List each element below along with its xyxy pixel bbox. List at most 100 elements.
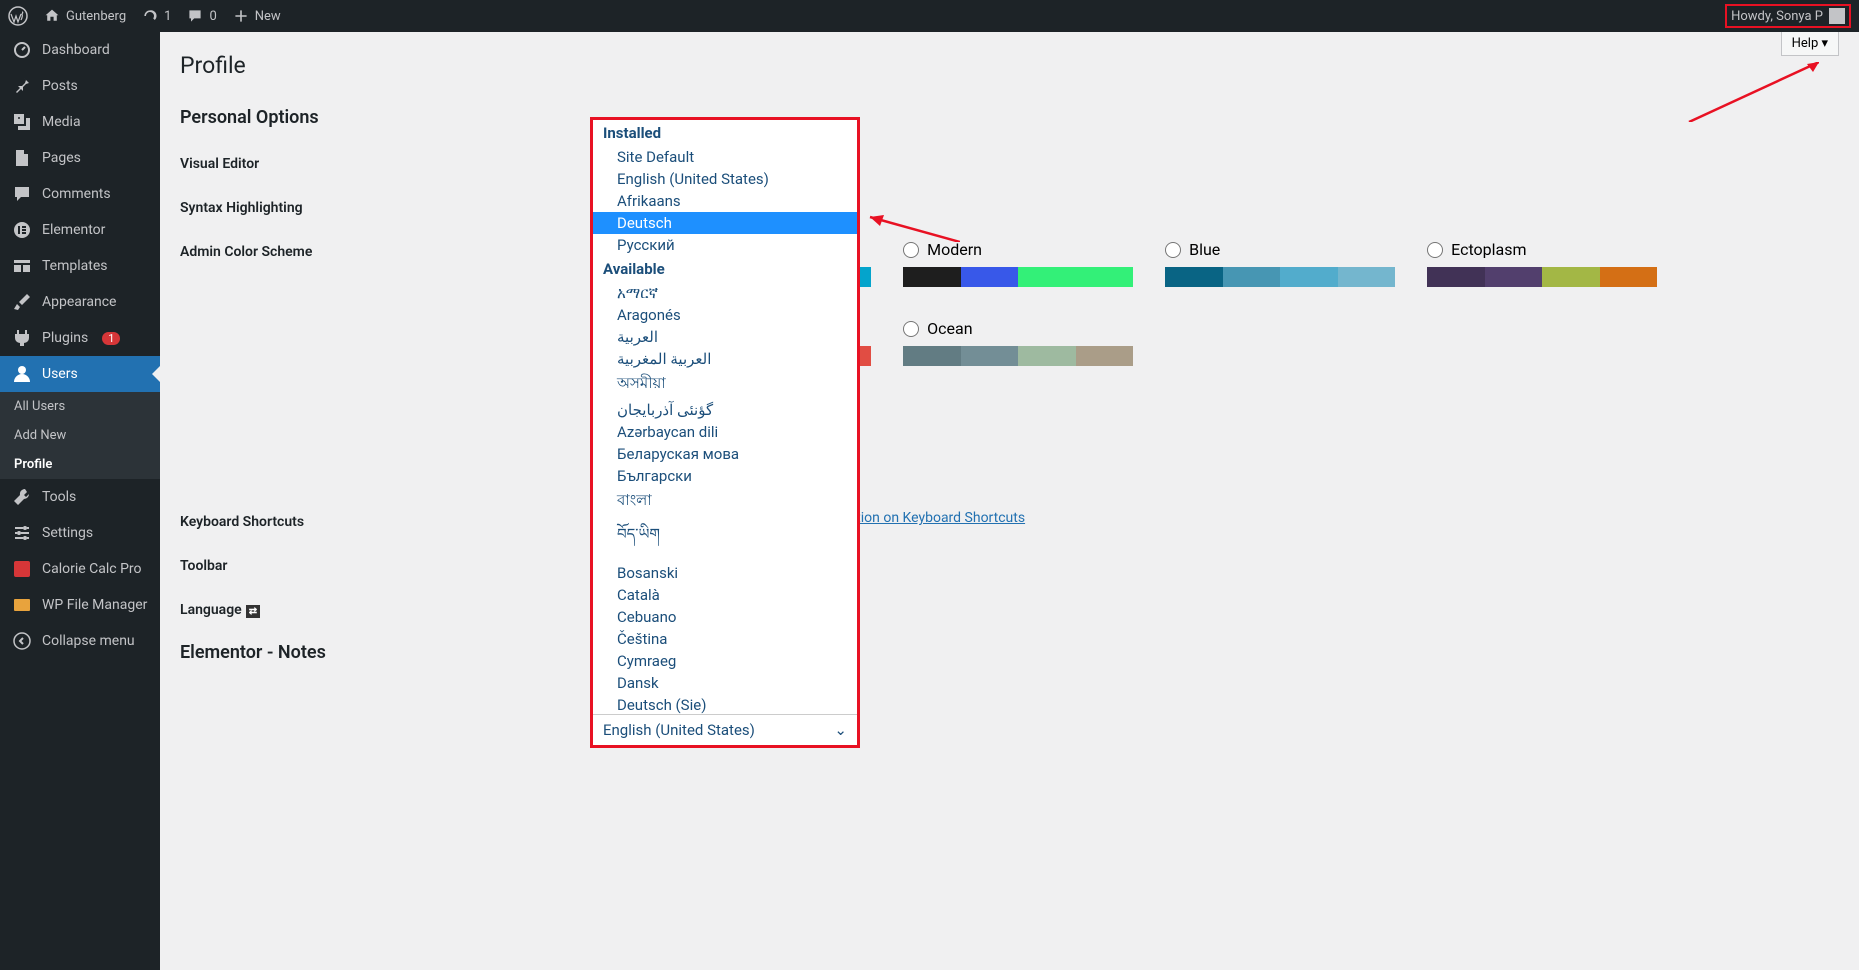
color-swatch	[903, 346, 1133, 366]
media-icon	[12, 112, 32, 132]
chevron-down-icon: ⌄	[834, 721, 847, 739]
comment-icon	[12, 184, 32, 204]
settings-icon	[12, 523, 32, 543]
calc-icon	[12, 559, 32, 579]
language-option[interactable]: Aragonés	[593, 304, 857, 326]
language-option[interactable]: Site Default	[593, 146, 857, 168]
language-option[interactable]: Български	[593, 465, 857, 487]
label-color-scheme: Admin Color Scheme	[180, 240, 351, 260]
color-scheme-radio[interactable]	[1427, 242, 1443, 258]
sidebar-sub-add-new[interactable]: Add New	[0, 421, 160, 450]
language-option[interactable]: English (United States)	[593, 168, 857, 190]
sidebar-item-appearance[interactable]: Appearance	[0, 284, 160, 320]
wrench-icon	[12, 487, 32, 507]
language-option[interactable]: Azərbaycan dili	[593, 421, 857, 443]
language-option[interactable]: অসমীয়া	[593, 370, 857, 399]
language-option[interactable]: Català	[593, 584, 857, 606]
color-swatch	[1427, 267, 1657, 287]
plus-icon	[233, 8, 249, 24]
language-option[interactable]: العربية المغربية	[593, 348, 857, 370]
language-option[interactable]: گؤنئی آذربایجان	[593, 399, 857, 421]
sidebar-item-media[interactable]: Media	[0, 104, 160, 140]
language-listbox[interactable]: InstalledSite DefaultEnglish (United Sta…	[593, 120, 857, 715]
templates-icon	[12, 256, 32, 276]
language-group: Available	[593, 256, 857, 282]
sidebar-item-elementor[interactable]: Elementor	[0, 212, 160, 248]
language-option[interactable]: Dansk	[593, 672, 857, 694]
elementor-icon	[12, 220, 32, 240]
language-option[interactable]: བོད་ཡིག	[593, 516, 857, 562]
language-option[interactable]: አማርኛ	[593, 282, 857, 304]
annotation-arrow-2	[860, 212, 960, 242]
pin-icon	[12, 76, 32, 96]
page-icon	[12, 148, 32, 168]
language-option[interactable]: Deutsch	[593, 212, 857, 234]
language-option[interactable]: বাংলা	[593, 487, 857, 516]
help-tab[interactable]: Help ▾	[1781, 32, 1839, 56]
label-language: Language⇄	[180, 598, 400, 618]
admin-toolbar: Gutenberg 1 0 New Howdy, Sonya P	[0, 0, 1859, 32]
language-option[interactable]: Deutsch (Sie)	[593, 694, 857, 715]
avatar-icon	[1829, 8, 1845, 24]
main-content: Help ▾ Profile Personal Options Visual E…	[160, 32, 1859, 970]
home-icon	[44, 8, 60, 24]
sidebar-item-collapse-menu[interactable]: Collapse menu	[0, 623, 160, 659]
sidebar-item-dashboard[interactable]: Dashboard	[0, 32, 160, 68]
language-option[interactable]: Afrikaans	[593, 190, 857, 212]
refresh-icon	[142, 8, 158, 24]
sidebar-sub-all-users[interactable]: All Users	[0, 392, 160, 421]
color-scheme-ocean[interactable]: Ocean	[903, 319, 1133, 366]
folder-icon	[12, 595, 32, 615]
color-scheme-modern[interactable]: Modern	[903, 240, 1133, 287]
sidebar-item-calorie-calc-pro[interactable]: Calorie Calc Pro	[0, 551, 160, 587]
language-option[interactable]: Čeština	[593, 628, 857, 650]
new-content-link[interactable]: New	[233, 8, 281, 24]
language-option[interactable]: Cymraeg	[593, 650, 857, 672]
color-scheme-radio[interactable]	[903, 321, 919, 337]
label-syntax: Syntax Highlighting	[180, 196, 400, 216]
color-scheme-radio[interactable]	[903, 242, 919, 258]
label-visual-editor: Visual Editor	[180, 152, 400, 172]
section-elementor-notes: Elementor - Notes	[180, 642, 1839, 663]
language-group: Installed	[593, 120, 857, 146]
section-personal-options: Personal Options	[180, 107, 1839, 128]
translate-icon: ⇄	[246, 605, 260, 618]
wp-logo[interactable]	[8, 6, 28, 26]
page-title: Profile	[180, 52, 1839, 79]
language-option[interactable]: Беларуская мова	[593, 443, 857, 465]
color-scheme-ectoplasm[interactable]: Ectoplasm	[1427, 240, 1657, 287]
sidebar-item-users[interactable]: Users	[0, 356, 160, 392]
user-icon	[12, 364, 32, 384]
language-option[interactable]: Русский	[593, 234, 857, 256]
language-option[interactable]: العربية	[593, 326, 857, 348]
sidebar-item-wp-file-manager[interactable]: WP File Manager	[0, 587, 160, 623]
language-option[interactable]: Cebuano	[593, 606, 857, 628]
comment-icon	[187, 8, 203, 24]
my-account-link[interactable]: Howdy, Sonya P	[1725, 4, 1851, 28]
language-dropdown: InstalledSite DefaultEnglish (United Sta…	[590, 117, 860, 748]
site-name-link[interactable]: Gutenberg	[44, 8, 126, 24]
sidebar-item-posts[interactable]: Posts	[0, 68, 160, 104]
sidebar-item-settings[interactable]: Settings	[0, 515, 160, 551]
sidebar-item-comments[interactable]: Comments	[0, 176, 160, 212]
color-swatch	[1165, 267, 1395, 287]
updates-link[interactable]: 1	[142, 8, 171, 24]
sidebar-item-tools[interactable]: Tools	[0, 479, 160, 515]
color-swatch	[903, 267, 1133, 287]
sidebar-item-templates[interactable]: Templates	[0, 248, 160, 284]
language-option[interactable]: Bosanski	[593, 562, 857, 584]
comments-link[interactable]: 0	[187, 8, 216, 24]
sidebar-sub-profile[interactable]: Profile	[0, 450, 160, 479]
sidebar-item-pages[interactable]: Pages	[0, 140, 160, 176]
color-scheme-blue[interactable]: Blue	[1165, 240, 1395, 287]
language-select[interactable]: English (United States) ⌄	[593, 715, 857, 745]
update-badge: 1	[102, 332, 120, 345]
label-toolbar: Toolbar	[180, 554, 400, 574]
color-scheme-radio[interactable]	[1165, 242, 1181, 258]
collapse-icon	[12, 631, 32, 651]
admin-sidebar: DashboardPostsMediaPagesCommentsElemento…	[0, 32, 160, 970]
sidebar-item-plugins[interactable]: Plugins1	[0, 320, 160, 356]
brush-icon	[12, 292, 32, 312]
dashboard-icon	[12, 40, 32, 60]
plugin-icon	[12, 328, 32, 348]
